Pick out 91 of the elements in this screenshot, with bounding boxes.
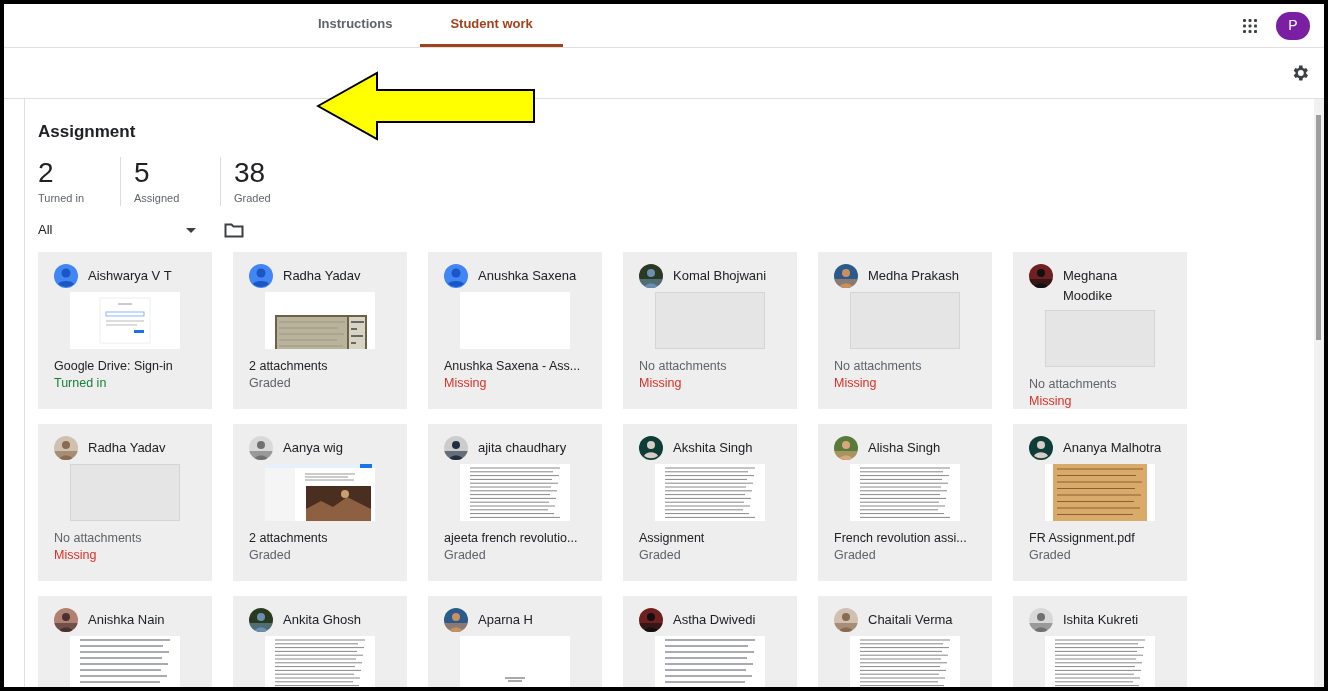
student-name: Ananya Malhotra (1063, 439, 1163, 457)
submission-card[interactable]: Meghana Moodike No attachments Missing (1013, 252, 1187, 409)
status-text: Graded (639, 548, 682, 563)
status-text: Missing (444, 376, 488, 391)
attachment-text: Anushka Saxena - Ass... (444, 359, 582, 374)
document-thumbnail[interactable] (850, 464, 960, 521)
submission-card[interactable]: Ananya Malhotra FR Assignment.pdf Graded (1013, 424, 1187, 581)
submission-card[interactable]: Akshita Singh Assignment Graded (623, 424, 797, 581)
status-text: Graded (444, 548, 487, 563)
document-thumbnail[interactable] (460, 636, 570, 687)
student-name: Meghana Moodike (1063, 267, 1119, 305)
stat-value: 5 (134, 156, 151, 189)
document-thumbnail[interactable] (655, 636, 765, 687)
student-name: Alisha Singh (868, 439, 942, 457)
submission-card[interactable]: Ishita Kukreti (1013, 596, 1187, 687)
document-thumbnail[interactable] (1045, 636, 1155, 687)
submission-card[interactable]: Aishwarya V T Google Drive: Sign-in Turned in (38, 252, 212, 409)
document-thumbnail[interactable] (460, 464, 570, 521)
attachment-text: ajeeta french revolutio... (444, 531, 579, 546)
student-name: Radha Yadav (283, 267, 362, 285)
submission-card[interactable]: Radha Yadav No attachments Missing (38, 424, 212, 581)
status-text: Missing (1029, 394, 1073, 409)
status-text: Missing (639, 376, 683, 391)
submission-card[interactable]: Anushka Saxena Anushka Saxena - Ass... Missing (428, 252, 602, 409)
attachment-text: Assignment (639, 531, 706, 546)
attachment-text: No attachments (1029, 377, 1118, 392)
apps-grid-icon[interactable] (1242, 17, 1258, 34)
stat-label: Graded (234, 190, 272, 206)
status-text: Graded (249, 376, 292, 391)
status-text: Missing (54, 548, 98, 563)
document-thumbnail[interactable] (70, 292, 180, 349)
student-name: Komal Bhojwani (673, 267, 768, 285)
submission-card[interactable]: Medha Prakash No attachments Missing (818, 252, 992, 409)
document-thumbnail[interactable] (655, 464, 765, 521)
student-name: Akshita Singh (673, 439, 754, 457)
submission-card[interactable]: Ankita Ghosh (233, 596, 407, 687)
attachment-text: No attachments (54, 531, 143, 546)
student-name: ajita chaudhary (478, 439, 568, 457)
submission-card[interactable]: Astha Dwivedi (623, 596, 797, 687)
student-name: Ankita Ghosh (283, 611, 363, 629)
stat-label: Assigned (134, 190, 181, 206)
stat-value: 2 (38, 156, 55, 189)
submission-card[interactable]: Aanya wig 2 attachments Graded (233, 424, 407, 581)
avatar-icon (639, 436, 663, 460)
student-name: Anishka Nain (88, 611, 166, 629)
status-text: Missing (834, 376, 878, 391)
tab[interactable]: Student work (420, 4, 563, 47)
student-name: Ishita Kukreti (1063, 611, 1140, 629)
stat-value: 38 (234, 156, 267, 189)
student-name: Medha Prakash (868, 267, 961, 285)
document-thumbnail[interactable] (70, 636, 180, 687)
submission-card[interactable]: Anishka Nain (38, 596, 212, 687)
status-text: Graded (249, 548, 292, 563)
submission-card[interactable]: Radha Yadav 2 attachments Graded (233, 252, 407, 409)
student-name: Radha Yadav (88, 439, 167, 457)
document-thumbnail[interactable] (1045, 464, 1155, 521)
attachment-text: No attachments (834, 359, 923, 374)
submission-card[interactable]: ajita chaudhary ajeeta french revolutio... Graded (428, 424, 602, 581)
stat-label: Turned in (38, 190, 86, 206)
attachment-text: Google Drive: Sign-in (54, 359, 174, 374)
submission-card[interactable]: Aparna H (428, 596, 602, 687)
avatar-icon (249, 264, 273, 288)
status-text: Turned in (54, 376, 108, 391)
submission-card[interactable]: Alisha Singh French revolution assi... Graded (818, 424, 992, 581)
avatar-icon (54, 264, 78, 288)
student-name: Astha Dwivedi (673, 611, 757, 629)
submission-card[interactable]: Komal Bhojwani No attachments Missing (623, 252, 797, 409)
status-text: Graded (1029, 548, 1072, 563)
avatar-icon (444, 264, 468, 288)
account-avatar[interactable]: P (1276, 11, 1310, 40)
document-thumbnail[interactable] (265, 636, 375, 687)
student-name: Aanya wig (283, 439, 344, 457)
attachment-text: 2 attachments (249, 359, 329, 374)
assignment-title: Assignment (38, 121, 137, 143)
student-name: Aishwarya V T (88, 267, 173, 285)
attachment-text: French revolution assi... (834, 531, 968, 546)
attachment-text: No attachments (639, 359, 728, 374)
student-name: Aparna H (478, 611, 534, 629)
student-name: Anushka Saxena (478, 267, 578, 285)
avatar-icon (1029, 436, 1053, 460)
attachment-text: 2 attachments (249, 531, 329, 546)
filter-dropdown[interactable]: All (38, 220, 196, 240)
submission-card[interactable]: Chaitali Verma (818, 596, 992, 687)
scrollbar-thumb[interactable] (1316, 115, 1321, 340)
attachment-text: FR Assignment.pdf (1029, 531, 1136, 546)
folder-icon[interactable] (224, 222, 244, 238)
status-text: Graded (834, 548, 877, 563)
student-name: Chaitali Verma (868, 611, 954, 629)
document-thumbnail[interactable] (850, 636, 960, 687)
caret-icon (186, 227, 196, 233)
tab[interactable]: Instructions (310, 4, 401, 47)
